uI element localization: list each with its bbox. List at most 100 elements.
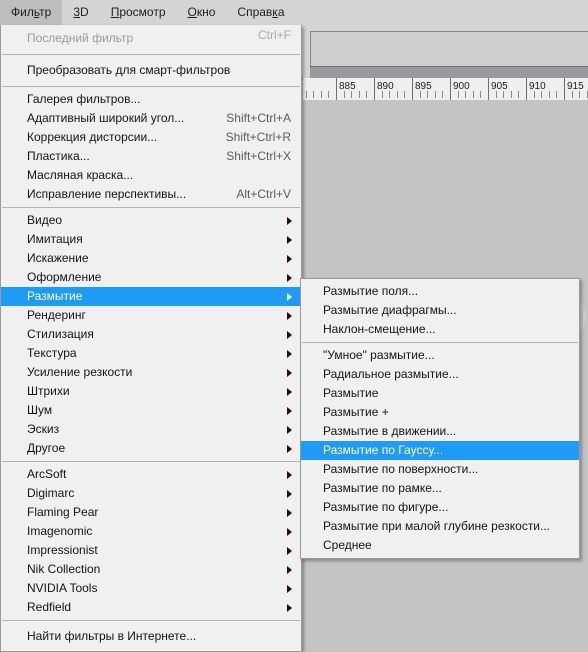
filter-menu-item[interactable]: Пластика... Shift+Ctrl+X — [1, 147, 301, 166]
filter-menu-item[interactable]: Размытие — [1, 287, 301, 306]
filter-menu-item[interactable]: Imagenomic — [1, 522, 301, 541]
submenu-arrow-icon — [287, 585, 292, 593]
submenu-arrow-icon — [287, 217, 292, 225]
filter-menu-item[interactable]: NVIDIA Tools — [1, 579, 301, 598]
menubar-item-help[interactable]: Справка — [226, 0, 295, 25]
filter-menu-item[interactable]: Адаптивный широкий угол... Shift+Ctrl+A — [1, 109, 301, 128]
filter-menu-item[interactable]: Видео — [1, 211, 301, 230]
blur-submenu-item[interactable]: Наклон-смещение... — [301, 320, 579, 339]
filter-dropdown-menu[interactable]: Последний фильтр Ctrl+F Преобразовать для … — [0, 25, 302, 652]
filter-menu-item[interactable]: Штрихи — [1, 382, 301, 401]
menu-bar: Фильтр 3D Просмотр Окно Справка — [0, 0, 588, 25]
filter-menu-item[interactable]: Рендеринг — [1, 306, 301, 325]
filter-menu-item[interactable]: Оформление — [1, 268, 301, 287]
filter-menu-item[interactable]: Redfield — [1, 598, 301, 617]
menubar-item-filter[interactable]: Фильтр — [0, 0, 63, 25]
filter-menu-item[interactable]: ArcSoft — [1, 465, 301, 484]
blur-submenu-item[interactable]: Размытие — [301, 384, 579, 403]
blur-submenu-item-label: Размытие в движении... — [323, 424, 457, 438]
ruler-minor-tick — [495, 91, 497, 98]
blur-submenu-item[interactable]: Размытие поля... — [301, 282, 579, 301]
filter-menu-item-label: Шум — [27, 403, 53, 417]
filter-menu-item[interactable]: Коррекция дисторсии... Shift+Ctrl+R — [1, 128, 301, 147]
filter-menu-item-label: Штрихи — [27, 384, 70, 398]
blur-submenu-item-label: Радиальное размытие... — [323, 367, 459, 381]
blur-submenu-item-label: Размытие поля... — [323, 284, 419, 298]
blur-submenu-item[interactable]: Радиальное размытие... — [301, 365, 579, 384]
filter-menu-item[interactable]: Масляная краска... — [1, 166, 301, 185]
filter-menu-item-label: Flaming Pear — [27, 505, 99, 519]
filter-menu-item[interactable]: Эскиз — [1, 420, 301, 439]
menubar-item-3d-label: 3D — [73, 5, 89, 19]
filter-menu-item[interactable]: Шум — [1, 401, 301, 420]
filter-menu-item[interactable]: Галерея фильтров... — [1, 90, 301, 109]
blur-submenu-item[interactable]: Среднее — [301, 536, 579, 555]
ruler-major-tick — [488, 78, 489, 100]
blur-submenu-item[interactable]: Размытие по Гауссу... — [301, 441, 579, 460]
submenu-arrow-icon — [287, 407, 292, 415]
ruler-minor-tick — [533, 91, 535, 98]
ruler-minor-tick — [343, 91, 345, 98]
ruler-tick-label: 905 — [491, 81, 508, 92]
filter-menu-item-label: Пластика... — [27, 149, 90, 163]
menubar-item-help-label: Справка — [237, 5, 285, 19]
filter-menu-item-label: Найти фильтры в Интернете... — [27, 629, 197, 643]
submenu-arrow-icon — [287, 331, 292, 339]
submenu-arrow-icon — [287, 445, 292, 453]
ruler-major-tick — [564, 78, 565, 100]
blur-submenu-item[interactable]: Размытие при малой глубине резкости... — [301, 517, 579, 536]
blur-submenu-item[interactable]: Размытие по поверхности... — [301, 460, 579, 479]
ruler-tick-label: 900 — [453, 81, 470, 92]
ruler-minor-tick — [510, 91, 512, 98]
submenu-arrow-icon — [287, 255, 292, 263]
filter-menu-item[interactable]: Имитация — [1, 230, 301, 249]
filter-menu-item[interactable]: Другое — [1, 439, 301, 458]
horizontal-ruler[interactable]: 885 890 895 900 905 910 915 — [303, 78, 588, 101]
blur-submenu-item-label: Среднее — [323, 538, 372, 552]
filter-menu-item-label: NVIDIA Tools — [27, 581, 98, 595]
filter-menu-item[interactable]: Nik Collection — [1, 560, 301, 579]
filter-menu-item[interactable]: Найти фильтры в Интернете... — [1, 624, 301, 649]
blur-submenu-item[interactable]: "Умное" размытие... — [301, 346, 579, 365]
ruler-minor-tick — [472, 91, 474, 98]
filter-menu-item[interactable]: Текстура — [1, 344, 301, 363]
filter-menu-item[interactable]: Impressionist — [1, 541, 301, 560]
filter-menu-item[interactable]: Стилизация — [1, 325, 301, 344]
menubar-item-3d[interactable]: 3D — [62, 0, 99, 25]
blur-submenu-item[interactable]: Размытие в движении... — [301, 422, 579, 441]
filter-menu-item[interactable]: Исправление перспективы... Alt+Ctrl+V — [1, 185, 301, 204]
blur-submenu-item[interactable]: Размытие + — [301, 403, 579, 422]
blur-submenu-item[interactable]: Размытие по фигуре... — [301, 498, 579, 517]
ruler-minor-tick — [579, 91, 581, 98]
blur-submenu[interactable]: Размытие поля... Размытие диафрагмы... Нак… — [300, 278, 580, 559]
filter-menu-item[interactable]: Искажение — [1, 249, 301, 268]
filter-menu-item-label: Nik Collection — [27, 562, 101, 576]
ruler-minor-tick — [556, 91, 558, 98]
filter-menu-item[interactable]: Усиление резкости — [1, 363, 301, 382]
ruler-minor-tick — [351, 91, 353, 98]
filter-menu-item-label: Исправление перспективы... — [27, 187, 187, 201]
submenu-arrow-icon — [287, 388, 292, 396]
ruler-minor-tick — [457, 91, 459, 98]
submenu-arrow-icon — [287, 236, 292, 244]
ruler-minor-tick — [480, 91, 482, 98]
blur-submenu-item[interactable]: Размытие диафрагмы... — [301, 301, 579, 320]
filter-menu-item-shortcut: Shift+Ctrl+X — [226, 149, 291, 163]
filter-menu-item-label: Эскиз — [27, 422, 60, 436]
filter-menu-item[interactable]: Flaming Pear — [1, 503, 301, 522]
ruler-major-tick — [412, 78, 413, 100]
blur-submenu-item[interactable]: Размытие по рамке... — [301, 479, 579, 498]
filter-menu-item[interactable]: Digimarc — [1, 484, 301, 503]
submenu-arrow-icon — [287, 509, 292, 517]
ruler-minor-tick — [465, 91, 467, 98]
menubar-item-window[interactable]: Окно — [177, 0, 227, 25]
filter-menu-item-label: Искажение — [27, 251, 89, 265]
ruler-minor-tick — [442, 91, 444, 98]
ruler-minor-tick — [503, 91, 505, 98]
filter-menu-item-label: Коррекция дисторсии... — [27, 130, 158, 144]
filter-menu-item-label: ArcSoft — [27, 467, 67, 481]
submenu-arrow-icon — [287, 369, 292, 377]
menubar-item-view[interactable]: Просмотр — [100, 0, 177, 25]
filter-menu-item[interactable]: Преобразовать для смарт-фильтров — [1, 58, 301, 83]
filter-menu-item-shortcut: Shift+Ctrl+A — [226, 111, 291, 125]
